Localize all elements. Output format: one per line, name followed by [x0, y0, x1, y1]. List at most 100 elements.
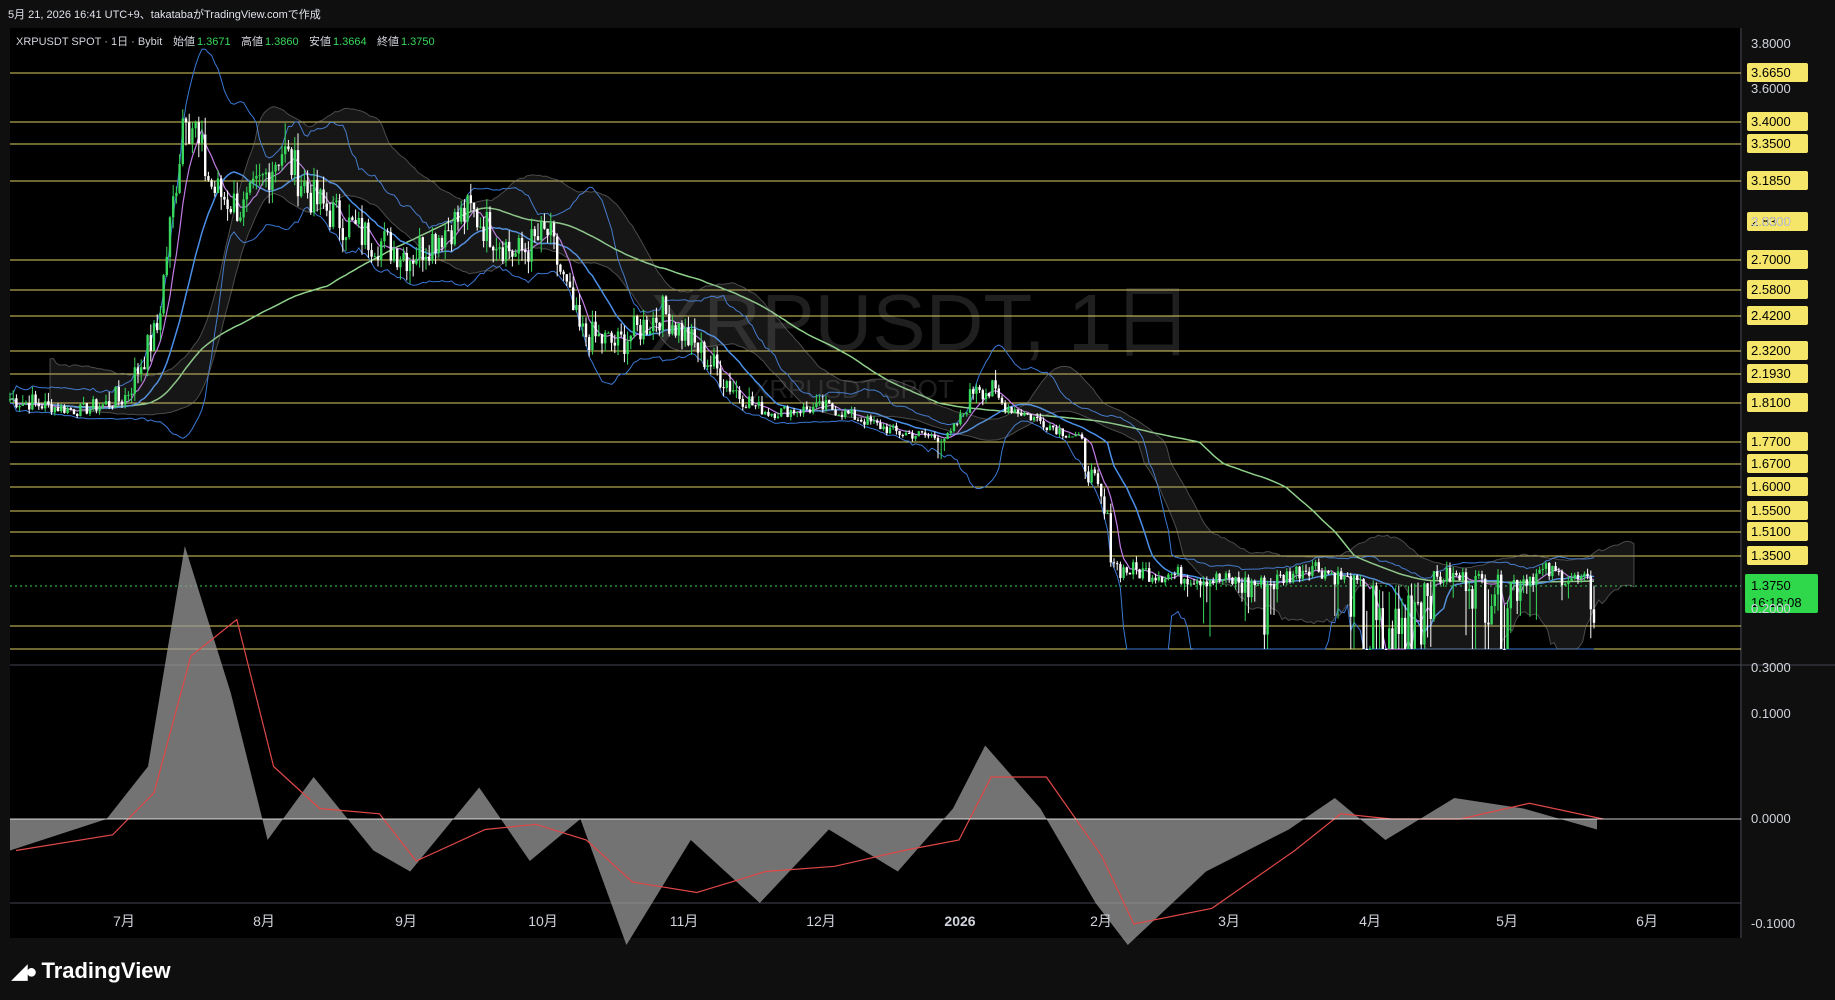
candle-body	[1151, 577, 1154, 582]
candle-body	[527, 252, 530, 262]
candle-body	[693, 329, 696, 343]
candle-body	[805, 406, 808, 410]
candle-body	[485, 212, 488, 242]
candle-body	[373, 256, 376, 258]
candle-body	[1388, 628, 1391, 649]
price-axis[interactable]: 3.66503.40003.35003.18502.83002.70002.58…	[1745, 36, 1818, 931]
candle-body	[488, 212, 492, 247]
candle-body	[1061, 428, 1064, 436]
candle-body	[514, 253, 517, 257]
candle-body	[1557, 571, 1560, 573]
candle-body	[1356, 575, 1359, 580]
candle-body	[389, 232, 392, 261]
candle-body	[287, 146, 290, 150]
candle	[488, 206, 492, 248]
candle	[1128, 572, 1132, 575]
candle-body	[1375, 585, 1378, 621]
candle-body	[597, 334, 600, 337]
candle-body	[1237, 577, 1240, 583]
candle-body	[274, 164, 277, 172]
candle-body	[143, 367, 146, 370]
candle-body	[981, 390, 984, 400]
candle	[1231, 576, 1234, 585]
candle-body	[1471, 589, 1474, 609]
candle-body	[1503, 649, 1506, 650]
candle-body	[1260, 577, 1263, 585]
candle-body	[412, 260, 415, 264]
candle-body	[239, 217, 242, 221]
candle-body	[1420, 602, 1423, 645]
candle-body	[716, 354, 719, 369]
candle-body	[885, 426, 888, 434]
candle-body	[37, 403, 40, 407]
candle-body	[543, 222, 546, 229]
candle-body	[1186, 578, 1189, 585]
candle-body	[1247, 577, 1250, 598]
brand-name: TradingView	[41, 958, 171, 983]
candle-body	[652, 317, 655, 332]
candle-body	[504, 241, 508, 262]
candle-body	[1560, 571, 1564, 586]
time-tick: 7月	[113, 913, 135, 929]
candle-body	[1253, 581, 1256, 585]
candle-body	[949, 431, 952, 434]
candle-body	[783, 406, 786, 409]
candle	[162, 273, 165, 316]
candle-body	[1106, 513, 1109, 515]
candle-body	[620, 331, 623, 335]
candle-body	[1311, 566, 1314, 576]
candle-body	[735, 390, 738, 392]
candle-body	[1580, 576, 1583, 580]
candle-body	[1240, 582, 1244, 593]
candle-body	[773, 413, 776, 418]
candle-body	[860, 419, 863, 422]
candle-body	[1292, 573, 1295, 582]
candle-body	[578, 304, 581, 327]
candle-body	[1189, 583, 1192, 585]
candle-body	[1077, 434, 1080, 436]
candle-body	[1372, 585, 1375, 649]
candle-body	[383, 231, 386, 242]
candle-body	[584, 323, 588, 338]
candle-body	[1023, 413, 1026, 416]
tradingview-brand[interactable]: ◢● TradingView	[12, 958, 171, 984]
candle-body	[943, 438, 946, 442]
candle-body	[824, 400, 828, 410]
candle-body	[34, 394, 37, 404]
candle-body	[405, 253, 408, 272]
candle-body	[924, 432, 927, 436]
candle-body	[754, 405, 757, 407]
candle-body	[252, 178, 255, 183]
candle-body	[444, 230, 447, 248]
candle-body	[952, 423, 956, 432]
candle-body	[191, 128, 194, 144]
candle-body	[399, 259, 402, 268]
candle-body	[1346, 575, 1349, 577]
candle-body	[12, 398, 15, 400]
candle-body	[1480, 574, 1484, 579]
candle-body	[1308, 571, 1311, 576]
candle	[152, 320, 156, 352]
candle-body	[604, 332, 607, 344]
candle-body	[1279, 574, 1282, 576]
time-tick: 2026	[944, 913, 975, 929]
candle-body	[1282, 574, 1285, 583]
candle-body	[85, 403, 88, 414]
candle-body	[1554, 565, 1557, 572]
candle-body	[1221, 579, 1224, 581]
candle-body	[1336, 571, 1340, 585]
time-tick: 6月	[1636, 913, 1658, 929]
candle-body	[188, 122, 191, 144]
candle-body	[1423, 583, 1426, 645]
candle-body	[600, 334, 604, 344]
candle-body	[1416, 602, 1420, 604]
level-label: 3.4000	[1751, 114, 1791, 129]
candle-body	[1256, 584, 1260, 586]
candle-body	[760, 401, 764, 415]
candle-body	[1586, 573, 1589, 577]
candle-body	[1359, 579, 1362, 581]
candle-body	[1512, 579, 1516, 582]
candle-body	[1026, 413, 1029, 415]
candle-body	[1538, 569, 1541, 574]
candle	[1071, 436, 1074, 438]
